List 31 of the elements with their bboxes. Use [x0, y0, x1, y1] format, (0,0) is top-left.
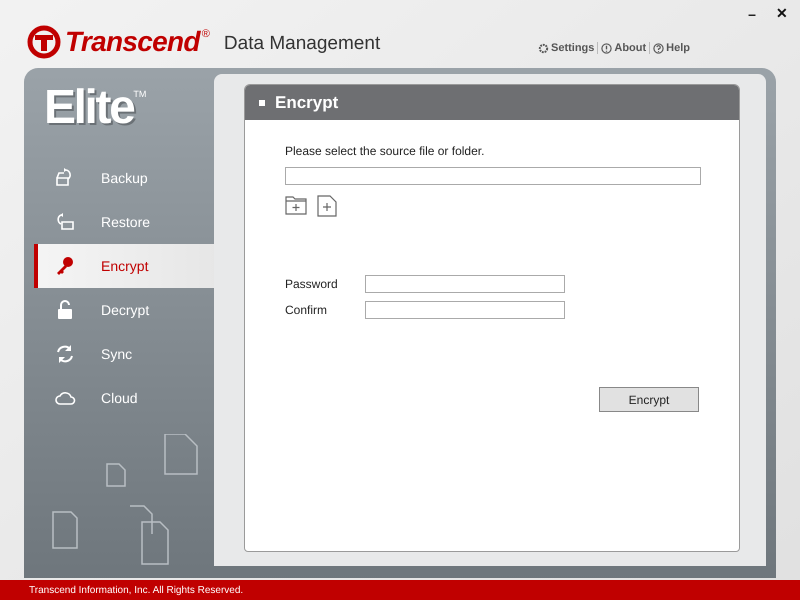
logo-icon: [27, 25, 61, 59]
source-path-field[interactable]: [285, 167, 701, 185]
nav-item[interactable]: Encrypt: [34, 244, 214, 288]
minimize-button[interactable]: –: [744, 4, 760, 22]
about-link[interactable]: About: [601, 40, 646, 56]
nav-item[interactable]: Cloud: [34, 376, 214, 420]
encrypt-button[interactable]: Encrypt: [599, 387, 699, 412]
password-field[interactable]: [365, 275, 565, 293]
settings-icon: [538, 42, 549, 54]
close-button[interactable]: ✕: [774, 4, 790, 22]
add-folder-icon[interactable]: [285, 195, 307, 215]
bullet-icon: [259, 100, 265, 106]
help-link[interactable]: Help: [653, 40, 690, 56]
nav-item[interactable]: Decrypt: [34, 288, 214, 332]
field-label: Password: [285, 276, 339, 293]
elite-logo: Elite: [44, 84, 134, 132]
settings-link[interactable]: Settings: [538, 40, 594, 56]
trademark-mark: TM: [133, 89, 146, 99]
panel-title: Encrypt: [275, 92, 338, 114]
sync-icon: [54, 343, 76, 365]
copyright-footer: Transcend Information, Inc. All Rights Reserved.: [0, 580, 800, 600]
app-title: Data Management: [224, 32, 380, 56]
nav-item[interactable]: Sync: [34, 332, 214, 376]
brand-logo: Transcend: [65, 25, 200, 59]
source-label: Please select the source file or folder.: [285, 143, 486, 160]
password-field[interactable]: [365, 301, 565, 319]
registered-mark: ®: [202, 27, 210, 42]
field-label: Confirm: [285, 302, 328, 319]
add-folder-icon: [285, 196, 307, 215]
info-icon: [601, 42, 612, 54]
help-icon: [653, 42, 664, 54]
